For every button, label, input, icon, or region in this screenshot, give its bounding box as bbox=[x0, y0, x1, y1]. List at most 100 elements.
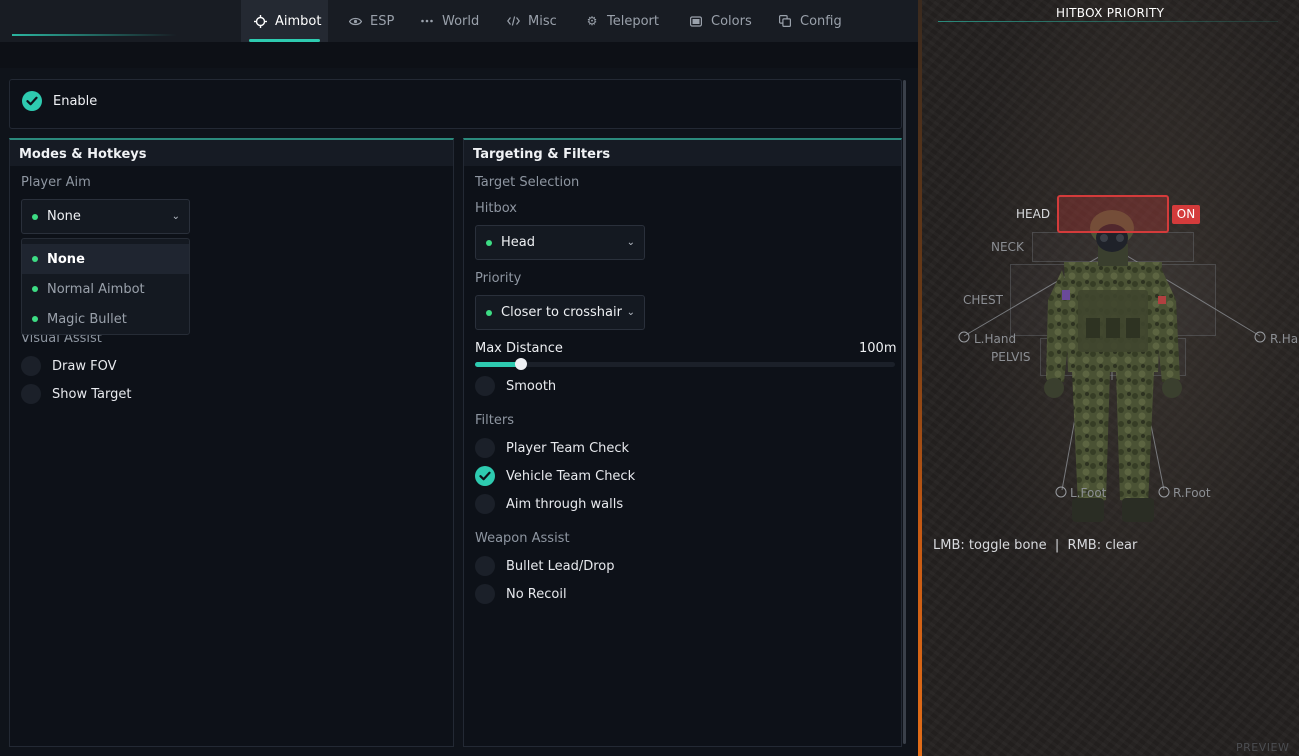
draw-fov-label: Draw FOV bbox=[52, 358, 117, 374]
checkbox-icon bbox=[475, 376, 495, 396]
option-dot bbox=[32, 213, 38, 220]
scrollbar[interactable] bbox=[903, 80, 906, 744]
tab-config[interactable]: Config bbox=[778, 0, 842, 42]
tab-aimbot[interactable]: Aimbot bbox=[241, 0, 328, 42]
dropdown-option-normal-aimbot[interactable]: Normal Aimbot bbox=[22, 274, 189, 304]
player-team-check-checkbox[interactable]: Player Team Check bbox=[475, 438, 629, 458]
chevron-down-icon: ⌄ bbox=[171, 211, 180, 222]
tab-colors[interactable]: Colors bbox=[689, 0, 752, 42]
option-dot bbox=[486, 239, 492, 246]
code-icon bbox=[506, 14, 520, 28]
hitbox-value: Head bbox=[501, 235, 535, 250]
no-recoil-checkbox[interactable]: No Recoil bbox=[475, 584, 567, 604]
check-icon bbox=[475, 466, 495, 486]
checkbox-icon bbox=[21, 384, 41, 404]
filters-label: Filters bbox=[475, 413, 514, 428]
checkbox-icon bbox=[475, 584, 495, 604]
show-target-label: Show Target bbox=[52, 386, 132, 402]
preview-watermark: PREVIEW bbox=[1236, 741, 1290, 754]
crosshair-icon bbox=[253, 14, 267, 28]
dropdown-option-magic-bullet[interactable]: Magic Bullet bbox=[22, 304, 189, 334]
eye-icon bbox=[348, 14, 362, 28]
preview-hint: LMB: toggle bone | RMB: clear bbox=[933, 538, 1138, 553]
option-label: Magic Bullet bbox=[47, 311, 127, 327]
player-aim-label: Player Aim bbox=[21, 175, 91, 190]
show-target-checkbox[interactable]: Show Target bbox=[21, 384, 131, 404]
player-team-check-label: Player Team Check bbox=[506, 440, 630, 456]
chevron-down-icon: ⌄ bbox=[626, 237, 635, 248]
player-aim-select[interactable]: None ⌄ bbox=[21, 199, 190, 234]
tab-label: Teleport bbox=[607, 13, 659, 29]
max-distance-label: Max Distance bbox=[475, 341, 563, 356]
tab-teleport[interactable]: ⚙ Teleport bbox=[585, 0, 659, 42]
smooth-checkbox[interactable]: Smooth bbox=[475, 376, 556, 396]
option-dot bbox=[32, 286, 38, 292]
priority-label: Priority bbox=[475, 271, 522, 286]
panel-title: Targeting & Filters bbox=[464, 140, 901, 166]
bone-label-r-hand: R.Ha bbox=[1270, 332, 1299, 346]
sub-header bbox=[0, 42, 918, 68]
bone-label-l-foot: L.Foot bbox=[1070, 486, 1107, 500]
player-aim-value: None bbox=[47, 209, 81, 224]
bone-label-r-foot: R.Foot bbox=[1173, 486, 1211, 500]
hitbox-label: Hitbox bbox=[475, 201, 517, 216]
tab-label: Aimbot bbox=[275, 13, 322, 29]
hitbox-preview: HITBOX PRIORITY ON HEAD NECK CHEST L.Han… bbox=[922, 0, 1299, 756]
bone-label-chest: CHEST bbox=[963, 293, 1003, 307]
head-hitbox[interactable] bbox=[1057, 195, 1169, 233]
option-label: None bbox=[47, 251, 85, 267]
priority-value: Closer to crosshair bbox=[501, 305, 622, 320]
option-dot bbox=[486, 309, 492, 316]
checkbox-icon bbox=[475, 438, 495, 458]
dropdown-option-none[interactable]: None bbox=[22, 244, 189, 274]
settings-window: Aimbot ESP World Misc ⚙ Teleport Colors … bbox=[0, 0, 918, 756]
checkbox-icon bbox=[21, 356, 41, 376]
panel-title: Modes & Hotkeys bbox=[10, 140, 453, 166]
bone-label-head: HEAD bbox=[1016, 207, 1051, 221]
bullet-lead-label: Bullet Lead/Drop bbox=[506, 558, 615, 574]
tab-world[interactable]: World bbox=[420, 0, 479, 42]
vehicle-team-check-label: Vehicle Team Check bbox=[506, 468, 636, 484]
tab-label: World bbox=[442, 13, 480, 29]
enable-card: Enable bbox=[9, 79, 902, 129]
max-distance-value: 100m bbox=[859, 341, 897, 356]
aim-through-walls-label: Aim through walls bbox=[506, 496, 624, 512]
bone-label-l-hand: L.Hand bbox=[974, 332, 1017, 346]
tab-label: Colors bbox=[711, 13, 752, 29]
option-label: Normal Aimbot bbox=[47, 281, 145, 297]
enable-checkbox[interactable]: Enable bbox=[22, 91, 97, 111]
option-dot bbox=[32, 316, 38, 322]
dots-icon bbox=[420, 14, 434, 28]
tab-label: ESP bbox=[370, 13, 395, 29]
bullet-lead-checkbox[interactable]: Bullet Lead/Drop bbox=[475, 556, 615, 576]
enable-label: Enable bbox=[53, 93, 98, 109]
priority-select[interactable]: Closer to crosshair ⌄ bbox=[475, 295, 645, 330]
tab-bar: Aimbot ESP World Misc ⚙ Teleport Colors … bbox=[0, 0, 918, 42]
tab-misc[interactable]: Misc bbox=[506, 0, 557, 42]
option-dot bbox=[32, 256, 38, 262]
weapon-assist-label: Weapon Assist bbox=[475, 531, 570, 546]
draw-fov-checkbox[interactable]: Draw FOV bbox=[21, 356, 116, 376]
check-icon bbox=[22, 91, 42, 111]
tab-esp[interactable]: ESP bbox=[348, 0, 394, 42]
player-aim-dropdown: None Normal Aimbot Magic Bullet bbox=[21, 238, 190, 335]
bone-label-neck: NECK bbox=[991, 240, 1024, 254]
checkbox-icon bbox=[475, 556, 495, 576]
gear-icon: ⚙ bbox=[586, 14, 598, 28]
chevron-down-icon: ⌄ bbox=[626, 307, 635, 318]
smooth-label: Smooth bbox=[506, 378, 557, 394]
soldier-model bbox=[958, 210, 1266, 522]
hitbox-select[interactable]: Head ⌄ bbox=[475, 225, 645, 260]
max-distance-slider[interactable] bbox=[475, 358, 895, 370]
aim-through-walls-checkbox[interactable]: Aim through walls bbox=[475, 494, 623, 514]
no-recoil-label: No Recoil bbox=[506, 586, 567, 602]
target-selection-label: Target Selection bbox=[475, 175, 580, 190]
checkbox-icon bbox=[475, 494, 495, 514]
vehicle-team-check-checkbox[interactable]: Vehicle Team Check bbox=[475, 466, 635, 486]
app-root: Aimbot ESP World Misc ⚙ Teleport Colors … bbox=[0, 0, 1299, 756]
palette-icon bbox=[689, 14, 703, 28]
head-on-badge: ON bbox=[1172, 205, 1200, 224]
tab-label: Misc bbox=[528, 13, 557, 29]
copy-icon bbox=[778, 14, 792, 28]
tab-label: Config bbox=[800, 13, 842, 29]
